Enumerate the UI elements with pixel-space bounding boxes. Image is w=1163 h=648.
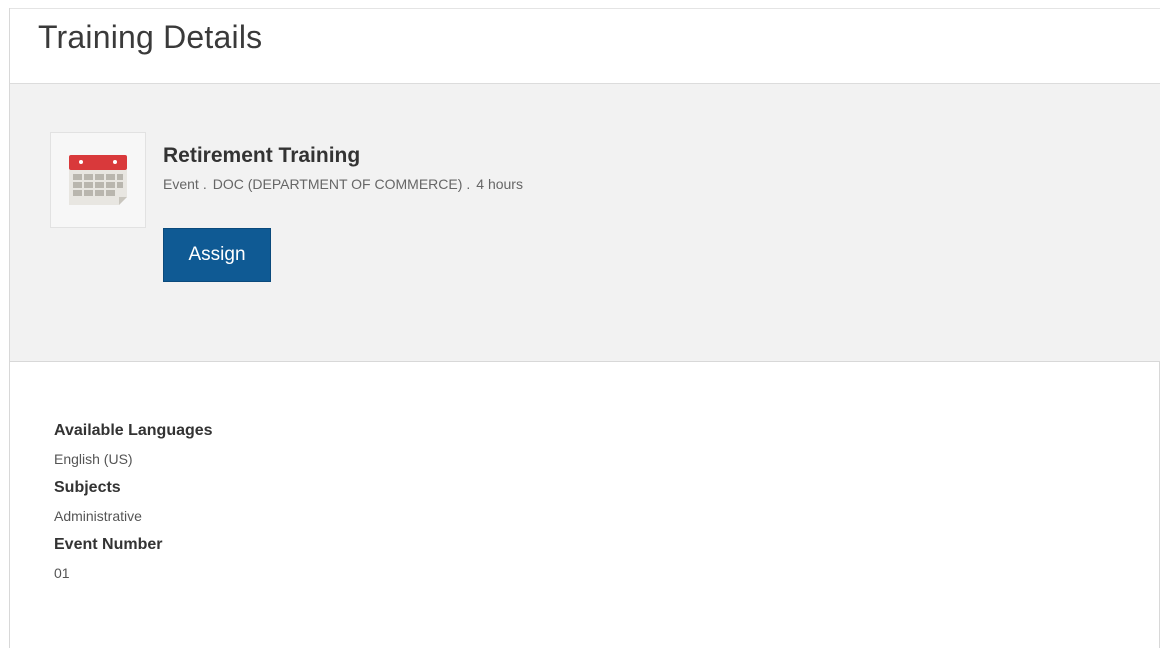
course-banner: Retirement Training Event. DOC (DEPARTMEN…: [10, 84, 1160, 362]
field-value: 01: [54, 565, 70, 581]
field-label: Available Languages: [54, 422, 213, 439]
training-details: Available Languages English (US) Subject…: [54, 420, 1054, 591]
detail-field-subjects: Subjects Administrative: [54, 477, 1054, 525]
detail-field-event-number: Event Number 01: [54, 534, 1054, 582]
course-title: Retirement Training: [163, 144, 361, 167]
course-duration: 4 hours: [476, 176, 523, 192]
meta-separator: .: [202, 176, 207, 192]
field-value: Administrative: [54, 508, 142, 524]
meta-separator: .: [466, 176, 471, 192]
page-title: Training Details: [38, 19, 263, 55]
course-type: Event: [163, 176, 199, 192]
course-meta: Event. DOC (DEPARTMENT OF COMMERCE). 4 hou…: [163, 176, 523, 192]
page-header: Training Details: [10, 8, 1160, 84]
field-label: Event Number: [54, 536, 163, 553]
field-value: English (US): [54, 451, 133, 467]
calendar-icon: [69, 155, 127, 205]
detail-field-languages: Available Languages English (US): [54, 420, 1054, 468]
course-thumbnail: [50, 132, 146, 228]
course-provider: DOC (DEPARTMENT OF COMMERCE): [212, 176, 463, 192]
field-label: Subjects: [54, 479, 121, 496]
assign-button[interactable]: Assign: [163, 228, 271, 282]
